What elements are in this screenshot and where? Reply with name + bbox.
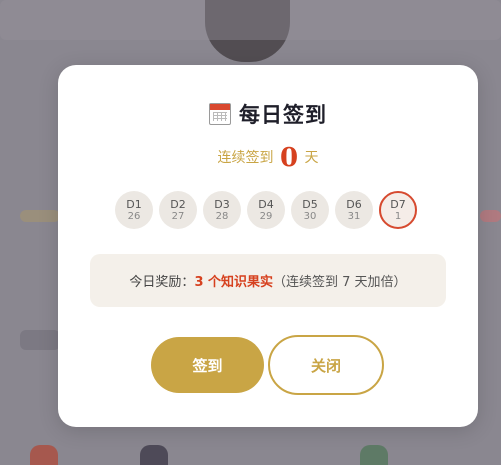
calendar-icon — [209, 103, 231, 125]
day-date: 29 — [259, 210, 273, 222]
day-date: 30 — [303, 210, 317, 222]
daily-checkin-modal: 每日签到 连续签到 0 天 D1 26 D2 27 D3 28 D4 29 D5… — [58, 65, 478, 427]
reward-amount: 3 个知识果实 — [194, 275, 274, 290]
day-label: D6 — [346, 197, 362, 211]
streak-counter: 连续签到 0 天 — [58, 143, 478, 173]
day-label: D7 — [390, 197, 406, 211]
day-circle-d1: D1 26 — [115, 191, 153, 229]
background-item — [360, 445, 388, 465]
close-button[interactable]: 关闭 — [268, 335, 384, 395]
sign-in-button[interactable]: 签到 — [151, 337, 264, 393]
reward-prefix: 今日奖励： — [129, 275, 195, 290]
day-circle-d2: D2 27 — [159, 191, 197, 229]
day-date: 28 — [215, 210, 229, 222]
streak-count: 0 — [279, 143, 299, 173]
modal-title: 每日签到 — [239, 102, 327, 127]
day-circle-d7-today: D7 1 — [379, 191, 417, 229]
day-circle-d3: D3 28 — [203, 191, 241, 229]
background-block — [0, 0, 501, 40]
day-date: 31 — [347, 210, 361, 222]
reward-note: （连续签到 7 天加倍） — [273, 275, 407, 290]
background-item — [20, 330, 60, 350]
day-tracker: D1 26 D2 27 D3 28 D4 29 D5 30 D6 31 D7 1 — [115, 191, 417, 229]
day-label: D3 — [214, 197, 230, 211]
background-item — [30, 445, 58, 465]
background-item — [140, 445, 168, 465]
day-circle-d4: D4 29 — [247, 191, 285, 229]
streak-prefix: 连续签到 — [217, 150, 274, 166]
day-date: 27 — [171, 210, 185, 222]
day-date: 26 — [127, 210, 141, 222]
day-label: D2 — [170, 197, 186, 211]
day-circle-d6: D6 31 — [335, 191, 373, 229]
day-label: D4 — [258, 197, 274, 211]
day-label: D1 — [126, 197, 142, 211]
day-circle-d5: D5 30 — [291, 191, 329, 229]
modal-header: 每日签到 — [58, 99, 478, 129]
streak-suffix: 天 — [304, 150, 319, 166]
day-date: 1 — [394, 210, 402, 222]
day-label: D5 — [302, 197, 318, 211]
background-item — [480, 210, 501, 222]
background-item — [20, 210, 60, 222]
reward-info-box: 今日奖励： 3 个知识果实 （连续签到 7 天加倍） — [90, 254, 446, 307]
